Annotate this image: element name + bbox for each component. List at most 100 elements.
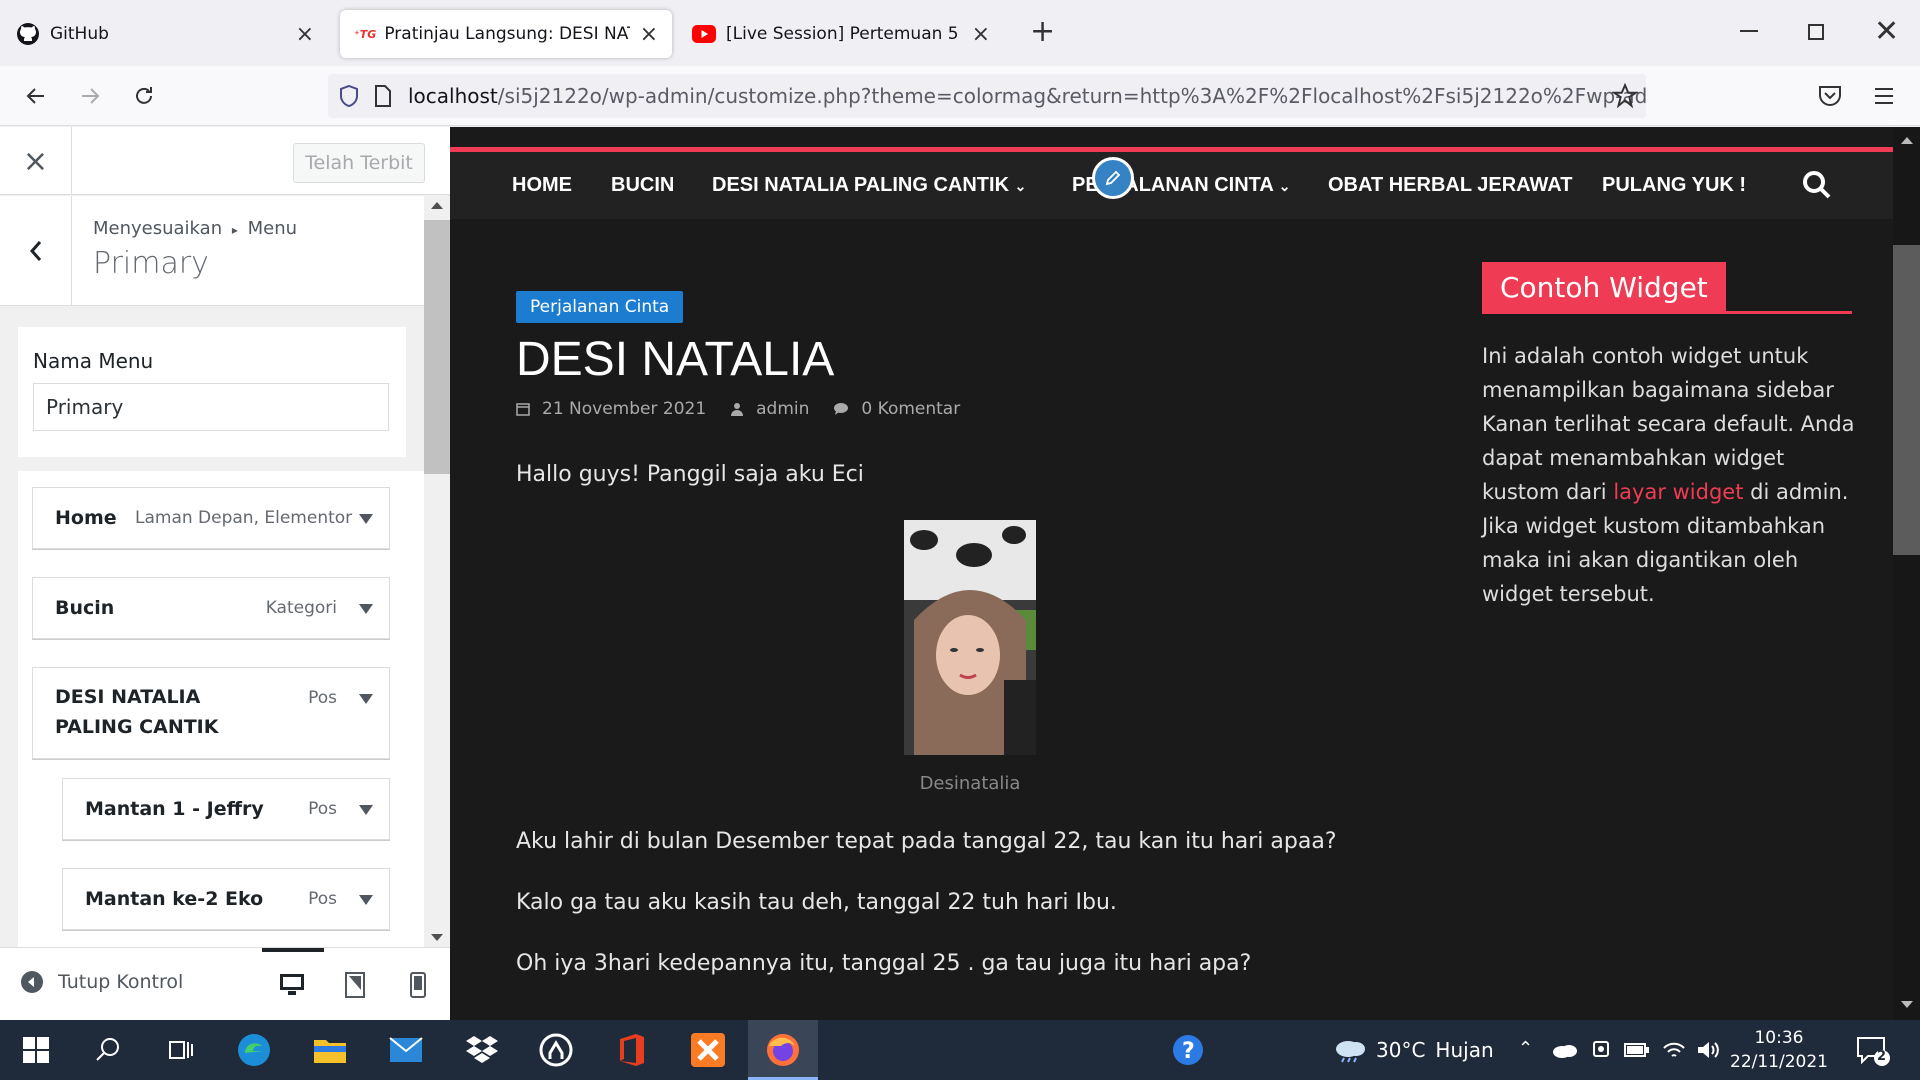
close-tab-icon[interactable]: ×	[296, 22, 314, 47]
expand-arrow-icon[interactable]	[359, 694, 373, 704]
github-desktop-icon[interactable]	[536, 1030, 576, 1070]
menu-item-type: Kategori	[265, 598, 337, 618]
close-customizer-button[interactable]: ×	[0, 127, 72, 195]
volume-icon[interactable]	[1696, 1040, 1720, 1060]
menu-item[interactable]: Bucin Kategori	[32, 577, 390, 639]
preview-scrollbar[interactable]	[1893, 127, 1920, 1020]
forward-icon[interactable]	[74, 80, 106, 112]
menu-item[interactable]: DESI NATALIA PALING CANTIK Pos	[32, 667, 390, 759]
menu-item-type: Pos	[308, 799, 337, 819]
back-button[interactable]	[0, 196, 72, 306]
menu-item-sub[interactable]: Mantan 1 - Jeffry Pos	[62, 778, 390, 840]
edit-shortcut-button[interactable]	[1092, 157, 1134, 199]
mobile-preview-icon[interactable]	[403, 970, 433, 1000]
menu-item-type: Pos	[308, 688, 337, 708]
close-tab-icon[interactable]: ×	[972, 22, 990, 47]
widget-header: Contoh Widget	[1482, 262, 1852, 314]
post-paragraph: Aku lahir di bulan Desember tepat pada t…	[516, 829, 1337, 854]
tab-youtube[interactable]: [Live Session] Pertemuan 5 SI5J ×	[678, 10, 1004, 58]
scroll-up-icon[interactable]	[1901, 137, 1913, 144]
sidebar-scrollbar[interactable]	[424, 196, 450, 947]
task-view-icon[interactable]	[160, 1030, 200, 1070]
expand-arrow-icon[interactable]	[359, 604, 373, 614]
close-window-icon[interactable]: ✕	[1874, 14, 1899, 49]
back-icon[interactable]	[20, 80, 52, 112]
category-badge[interactable]: Perjalanan Cinta	[516, 291, 684, 323]
windows-start-icon[interactable]	[16, 1030, 56, 1070]
close-tab-icon[interactable]: ×	[640, 22, 658, 47]
page-icon	[374, 85, 392, 107]
scroll-thumb[interactable]	[424, 220, 450, 474]
collapse-label: Tutup Kontrol	[58, 971, 184, 993]
xampp-icon[interactable]	[688, 1030, 728, 1070]
bookmark-star-icon[interactable]	[1612, 83, 1638, 109]
breadcrumb: Menyesuaikan ▸ Menu	[93, 218, 297, 239]
active-device-indicator	[262, 948, 324, 952]
weather-widget[interactable]: 30°C Hujan	[1334, 1037, 1494, 1063]
help-icon[interactable]: ?	[1168, 1030, 1208, 1070]
scroll-thumb[interactable]	[1893, 245, 1920, 555]
menu-name-panel: Nama Menu	[18, 327, 406, 457]
scroll-down-icon[interactable]	[1901, 1001, 1913, 1008]
tab-customizer[interactable]: ⁺TG Pratinjau Langsung: DESI NATALIA ×	[340, 10, 672, 58]
post-author[interactable]: admin	[756, 399, 809, 419]
widget-link[interactable]: layar widget	[1613, 480, 1743, 504]
pocket-icon[interactable]	[1814, 80, 1846, 112]
edge-icon[interactable]	[234, 1030, 274, 1070]
primary-nav: HOME BUCIN DESI NATALIA PALING CANTIK ⌄ …	[450, 152, 1893, 219]
nav-pulang-yuk[interactable]: PULANG YUK !	[1602, 174, 1746, 197]
menu-item-sub[interactable]: Mantan ke-2 Eko Pos	[62, 868, 390, 930]
customizer-header: × Telah Terbit	[0, 127, 450, 195]
reload-icon[interactable]	[128, 80, 160, 112]
tab-title: Pratinjau Langsung: DESI NATALIA	[384, 24, 629, 44]
menu-item-type: Pos	[308, 889, 337, 909]
minimize-icon[interactable]	[1740, 30, 1758, 32]
file-explorer-icon[interactable]	[310, 1030, 350, 1070]
restore-icon[interactable]	[1808, 24, 1824, 40]
search-icon[interactable]	[1802, 170, 1832, 200]
nav-home[interactable]: HOME	[512, 174, 572, 197]
section-title: Primary	[93, 246, 209, 281]
scroll-down-icon[interactable]	[431, 934, 443, 941]
scroll-up-icon[interactable]	[431, 202, 443, 209]
menu-item-name: Mantan 1 - Jeffry	[85, 798, 264, 820]
new-tab-button[interactable]: +	[1030, 14, 1055, 49]
notification-count: 2	[1877, 1049, 1887, 1064]
publish-button[interactable]: Telah Terbit	[293, 143, 425, 183]
post-image[interactable]	[904, 520, 1036, 755]
expand-arrow-icon[interactable]	[359, 514, 373, 524]
firefox-icon[interactable]	[763, 1030, 803, 1070]
svg-text:?: ?	[1182, 1039, 1195, 1064]
menu-name-input[interactable]	[33, 383, 389, 431]
url-bar[interactable]: localhost/si5j2122o/wp-admin/customize.p…	[328, 74, 1646, 118]
tablet-preview-icon[interactable]	[340, 970, 370, 1000]
post-comments[interactable]: 0 Komentar	[861, 399, 960, 419]
tab-github[interactable]: GitHub ×	[2, 10, 328, 58]
onedrive-icon[interactable]	[1552, 1042, 1578, 1058]
menu-item[interactable]: Home Laman Depan, Elementor	[32, 487, 390, 549]
search-icon[interactable]	[88, 1030, 128, 1070]
nav-obat-herbal[interactable]: OBAT HERBAL JERAWAT	[1328, 174, 1572, 197]
notification-icon[interactable]: 2	[1856, 1036, 1890, 1066]
meet-now-icon[interactable]	[1592, 1040, 1610, 1062]
post-date[interactable]: 21 November 2021	[542, 399, 706, 419]
collapse-controls-button[interactable]: Tutup Kontrol	[20, 970, 183, 994]
shield-icon[interactable]	[338, 84, 360, 108]
office-icon[interactable]	[612, 1030, 652, 1070]
expand-arrow-icon[interactable]	[359, 805, 373, 815]
wifi-icon[interactable]	[1662, 1040, 1686, 1060]
menu-hamburger-icon[interactable]	[1868, 80, 1900, 112]
system-clock[interactable]: 10:36 22/11/2021	[1730, 1026, 1828, 1074]
nav-desi-natalia[interactable]: DESI NATALIA PALING CANTIK ⌄	[712, 174, 1026, 197]
widget-title: Contoh Widget	[1482, 262, 1726, 314]
mail-icon[interactable]	[386, 1030, 426, 1070]
battery-icon[interactable]	[1624, 1042, 1650, 1058]
expand-arrow-icon[interactable]	[359, 895, 373, 905]
chevron-up-icon[interactable]: ⌃	[1518, 1038, 1533, 1059]
post-paragraph: Kalo ga tau aku kasih tau deh, tanggal 2…	[516, 890, 1117, 915]
desktop-preview-icon[interactable]	[277, 970, 307, 1000]
dropbox-icon[interactable]	[462, 1030, 502, 1070]
post-paragraph: Hallo guys! Panggil saja aku Eci	[516, 462, 864, 487]
tab-title: GitHub	[50, 24, 109, 44]
nav-bucin[interactable]: BUCIN	[611, 174, 674, 197]
